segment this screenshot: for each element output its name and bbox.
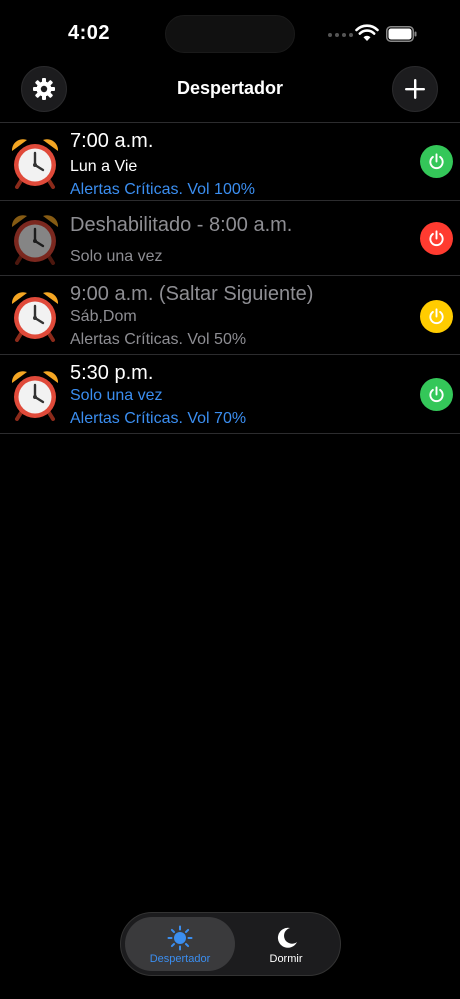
- alarm-power-toggle[interactable]: [420, 145, 453, 178]
- alarm-time: 5:30 p.m.: [70, 362, 154, 384]
- tab-dormir[interactable]: Dormir: [235, 917, 337, 971]
- page-title: Despertador: [176, 78, 284, 98]
- alarm-repeat: Solo una vez: [70, 248, 163, 265]
- alarm-clock-icon: [11, 292, 59, 342]
- alarm-row[interactable]: 5:30 p.m. Solo una vez Alertas Críticas.…: [0, 355, 460, 434]
- alarm-repeat: Lun a Vie: [70, 158, 138, 175]
- alarm-time: Deshabilitado - 8:00 a.m.: [70, 214, 293, 236]
- alarm-alert-volume: Alertas Críticas. Vol 70%: [70, 410, 247, 427]
- alarm-clock-icon: [11, 215, 59, 265]
- alarm-time: 7:00 a.m.: [70, 130, 154, 152]
- power-icon: [429, 230, 444, 247]
- alarm-power-toggle[interactable]: [420, 222, 453, 255]
- alarm-screen: 4:02 Despertador 7:00 a.m. Lun a Vie Ale…: [0, 0, 460, 999]
- moon-icon: [277, 927, 297, 948]
- status-time: 4:02: [68, 22, 111, 44]
- status-bar: 4:02: [0, 0, 460, 64]
- alarm-clock-icon: [11, 139, 59, 189]
- alarm-power-toggle[interactable]: [420, 300, 453, 333]
- alarm-alert-volume: Alertas Críticas. Vol 100%: [70, 181, 255, 198]
- add-alarm-button[interactable]: [392, 66, 438, 112]
- plus-icon: [405, 79, 425, 99]
- sun-icon: [167, 925, 193, 951]
- alarm-text: 9:00 a.m. (Saltar Siguiente) Sáb,Dom Ale…: [70, 282, 400, 351]
- tab-label: Despertador: [149, 953, 211, 965]
- alarm-text: Deshabilitado - 8:00 a.m. Solo una vez: [70, 213, 400, 268]
- navigation-bar: Despertador: [0, 64, 460, 122]
- alarm-time: 9:00 a.m. (Saltar Siguiente): [70, 283, 314, 305]
- alarm-alert-volume: Alertas Críticas. Vol 50%: [70, 331, 247, 348]
- alarm-repeat: Solo una vez: [70, 387, 163, 404]
- dynamic-island: [165, 15, 295, 53]
- tab-despertador[interactable]: Despertador: [125, 917, 235, 971]
- tab-bar: Despertador Dormir: [120, 912, 341, 976]
- alarm-text: 5:30 p.m. Solo una vez Alertas Críticas.…: [70, 361, 400, 430]
- power-icon: [429, 386, 444, 403]
- alarm-repeat: Sáb,Dom: [70, 308, 137, 325]
- power-icon: [429, 308, 444, 325]
- power-icon: [429, 153, 444, 170]
- alarm-clock-icon: [11, 371, 59, 421]
- wifi-icon: [355, 24, 379, 41]
- cellular-signal-icon: [328, 33, 353, 37]
- alarm-row[interactable]: 7:00 a.m. Lun a Vie Alertas Críticas. Vo…: [0, 123, 460, 201]
- battery-icon: [386, 26, 417, 42]
- alarm-text: 7:00 a.m. Lun a Vie Alertas Críticas. Vo…: [70, 129, 400, 201]
- alarm-list: 7:00 a.m. Lun a Vie Alertas Críticas. Vo…: [0, 122, 460, 434]
- alarm-row[interactable]: 9:00 a.m. (Saltar Siguiente) Sáb,Dom Ale…: [0, 276, 460, 355]
- tab-label: Dormir: [269, 953, 303, 965]
- alarm-power-toggle[interactable]: [420, 378, 453, 411]
- alarm-row[interactable]: Deshabilitado - 8:00 a.m. Solo una vez: [0, 201, 460, 276]
